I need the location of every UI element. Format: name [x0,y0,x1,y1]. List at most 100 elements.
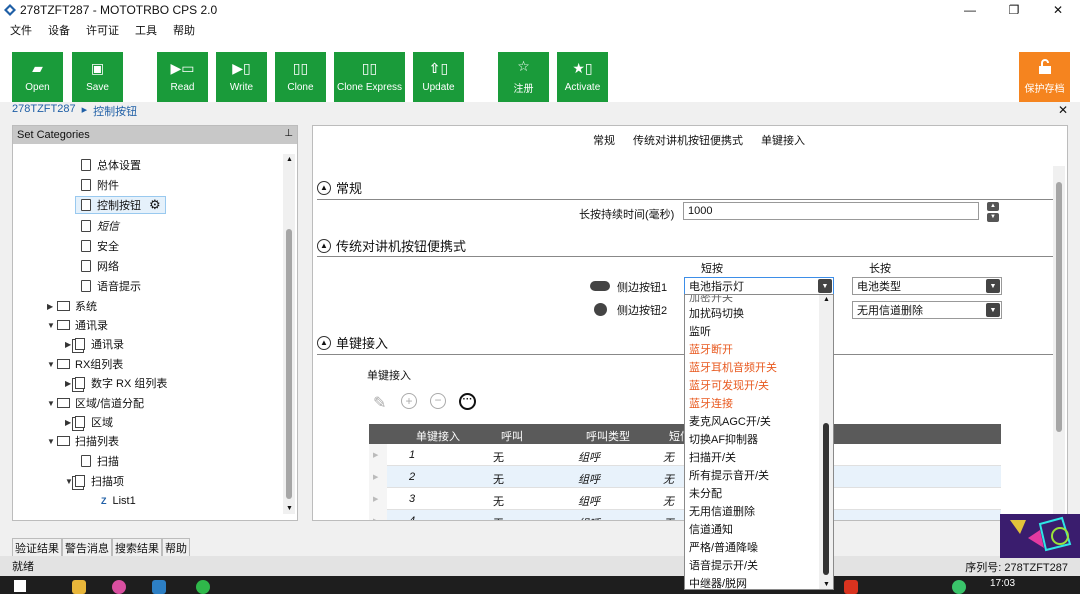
side-button1-short-select[interactable]: 电池指示灯 ▼ [684,277,834,295]
tab-help[interactable]: 帮助 [162,538,190,558]
scroll-down-icon[interactable]: ▼ [286,505,293,512]
list-item[interactable]: 监听 [689,323,711,339]
row-call[interactable]: 无 [493,515,504,520]
protect-archive-button[interactable]: 保护存档 [1019,52,1070,102]
add-circle-icon[interactable]: + [401,393,417,409]
long-press-spinner[interactable]: ▲ ▼ [987,202,999,222]
menu-license[interactable]: 许可证 [86,22,119,38]
scroll-thumb[interactable] [823,423,829,575]
clone-express-button[interactable]: ▯▯ Clone Express [334,52,405,102]
col-call-type[interactable]: 呼叫类型 [586,428,630,444]
notification-badge-icon[interactable] [952,580,966,594]
tab-one-touch-access[interactable]: 单键接入 [761,132,805,148]
list-item[interactable]: 中继器/脱网 [689,575,747,589]
scroll-down-icon[interactable]: ▼ [823,581,830,588]
tree-item-accessories[interactable]: 附件 [81,176,119,194]
row-header[interactable]: ▶ [369,444,387,466]
expand-arrow-icon[interactable]: ▶ [65,379,75,388]
menu-tools[interactable]: 工具 [135,22,157,38]
long-press-duration-input[interactable]: 1000 [683,202,979,220]
collapse-arrow-icon[interactable]: ▼ [47,399,57,408]
list-item[interactable]: 麦克风AGC开/关 [689,413,771,429]
collapse-arrow-icon[interactable]: ▼ [47,321,57,330]
row-call-type[interactable]: 组呼 [578,515,600,520]
list-item[interactable]: 语音提示开/关 [689,557,758,573]
list-item[interactable]: 信道通知 [689,521,733,537]
list-item[interactable]: 扫描开/关 [689,449,736,465]
menu-device[interactable]: 设备 [48,22,70,38]
list-item[interactable]: 所有提示音开/关 [689,467,769,483]
taskbar-clock[interactable]: 17:03 [990,578,1015,589]
col-one-touch[interactable]: 单键接入 [416,428,460,444]
tab-conventional-buttons[interactable]: 传统对讲机按钮便携式 [633,132,743,148]
menu-help[interactable]: 帮助 [173,22,195,38]
collapse-chevron-icon[interactable]: ▲ [317,335,331,350]
tree-item-zone-channel[interactable]: ▼ 区域/信道分配 [47,394,144,412]
tab-warnings[interactable]: 警告消息 [62,538,112,558]
tab-general[interactable]: 常规 [593,132,615,148]
tree-item-contacts-child[interactable]: ▶ 通讯录 [65,335,124,353]
list-item-partial[interactable]: 加密开关 [689,295,733,305]
tree-item-contacts[interactable]: ▼ 通讯录 [47,316,108,334]
dropdown-scrollbar[interactable]: ▲ ▼ [819,295,833,589]
row-call-type[interactable]: 组呼 [578,471,600,487]
collapse-chevron-icon[interactable]: ▲ [317,180,331,195]
dropdown-arrow-icon[interactable]: ▼ [986,303,1000,317]
list-item[interactable]: 加扰码切换 [689,305,744,321]
dropdown-arrow-icon[interactable]: ▼ [818,279,832,293]
file-explorer-icon[interactable] [72,580,86,594]
pin-icon[interactable]: ⊥ [284,128,293,139]
spin-down-icon[interactable]: ▼ [987,213,999,222]
update-button[interactable]: ⇧▯ Update [413,52,464,102]
row-message[interactable]: 无 [663,493,674,509]
section-general-header[interactable]: ▲ 常规 [317,178,362,197]
row-call[interactable]: 无 [493,471,504,487]
tree-item-general-settings[interactable]: 总体设置 [81,156,141,174]
tree-item-rx-group-list[interactable]: ▼ RX组列表 [47,355,123,373]
content-scrollbar[interactable] [1053,166,1065,518]
scroll-up-icon[interactable]: ▲ [286,156,293,163]
tree-item-system[interactable]: ▶ 系统 [47,297,97,315]
tree-item-scan[interactable]: 扫描 [81,452,119,470]
tree-item-scan-list[interactable]: ▼ 扫描列表 [47,432,119,450]
tab-search-results[interactable]: 搜索结果 [112,538,162,558]
tree-scrollbar[interactable]: ▲ ▼ [283,154,295,514]
list-item[interactable]: 蓝牙连接 [689,395,733,411]
activate-button[interactable]: ★▯ Activate [557,52,608,102]
dropdown-arrow-icon[interactable]: ▼ [986,279,1000,293]
list-item[interactable]: 未分配 [689,485,722,501]
tree-item-scan-items[interactable]: ▼ 扫描项 [65,472,124,490]
tree-item-security[interactable]: 安全 [81,237,119,255]
row-call[interactable]: 无 [493,493,504,509]
row-header[interactable]: ▶ [369,510,387,520]
edit-pencil-icon[interactable]: ✎ [373,393,386,413]
list-item[interactable]: 蓝牙断开 [689,341,733,357]
collapse-arrow-icon[interactable]: ▼ [65,477,75,486]
restore-button[interactable]: ❐ [992,0,1036,20]
close-panel-icon[interactable]: ✕ [1058,103,1068,117]
read-button[interactable]: ▶▭ Read [157,52,208,102]
scroll-thumb[interactable] [1056,182,1062,432]
col-call[interactable]: 呼叫 [501,428,523,444]
expand-arrow-icon[interactable]: ▶ [65,418,75,427]
write-button[interactable]: ▶▯ Write [216,52,267,102]
collapse-arrow-icon[interactable]: ▼ [47,360,57,369]
list-item[interactable]: 蓝牙耳机音频开关 [689,359,777,375]
row-message[interactable]: 无 [663,449,674,465]
section-buttons-header[interactable]: ▲ 传统对讲机按钮便携式 [317,236,466,255]
start-windows-icon[interactable] [14,580,26,592]
open-button[interactable]: ▰ Open [12,52,63,102]
save-button[interactable]: ▣ Save [72,52,123,102]
list-item[interactable]: 严格/普通降噪 [689,539,758,555]
side-button2-long-select[interactable]: 无用信道删除 ▼ [852,301,1002,319]
browser-icon[interactable] [112,580,126,594]
expand-arrow-icon[interactable]: ▶ [65,340,75,349]
side-button1-long-select[interactable]: 电池类型 ▼ [852,277,1002,295]
section-one-touch-header[interactable]: ▲ 单键接入 [317,333,388,352]
minimize-button[interactable]: — [948,0,992,20]
tree-item-sms[interactable]: 短信 [81,217,119,235]
row-call[interactable]: 无 [493,449,504,465]
spin-up-icon[interactable]: ▲ [987,202,999,211]
row-call-type[interactable]: 组呼 [578,449,600,465]
more-options-icon[interactable]: ··· [459,393,476,410]
